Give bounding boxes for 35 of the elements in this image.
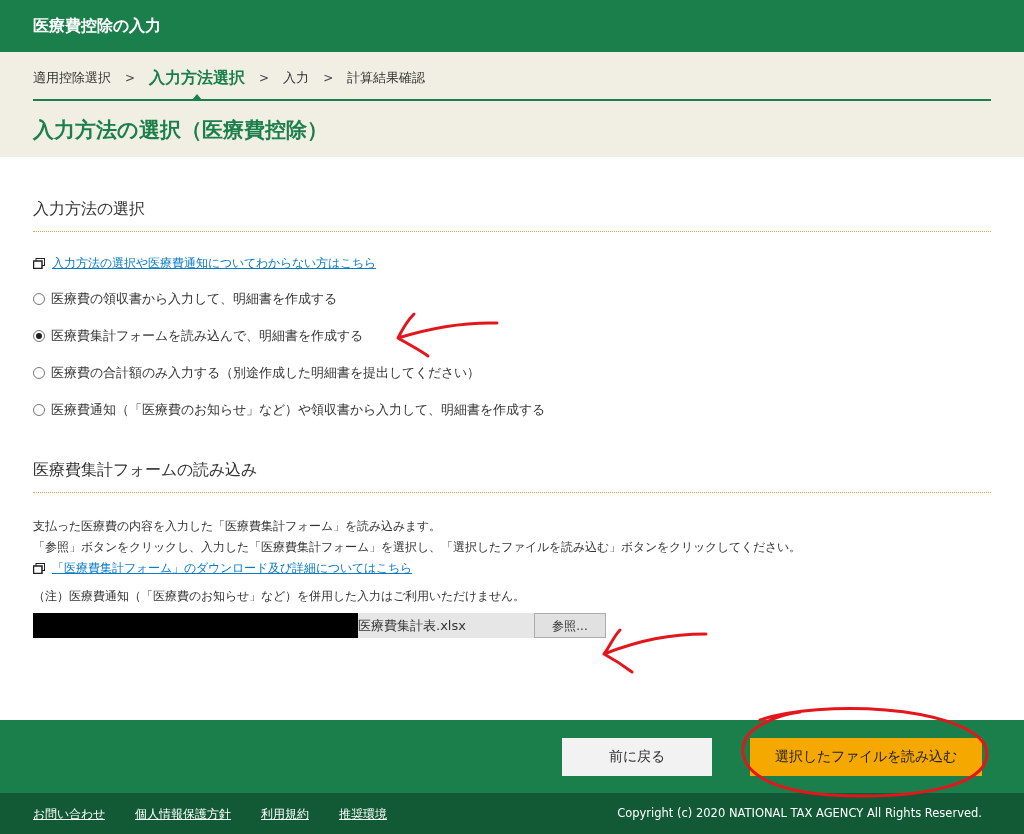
- load-file-button[interactable]: 選択したファイルを読み込む: [750, 737, 982, 776]
- header-title: 医療費控除の入力: [33, 15, 161, 37]
- file-path-field[interactable]: 医療費集計表.xlsx: [358, 613, 534, 638]
- footer-link[interactable]: 利用規約: [261, 804, 309, 823]
- radio-label: 医療費集計フォームを読み込んで、明細書を作成する: [51, 326, 363, 345]
- breadcrumb-step: 入力方法選択: [149, 66, 246, 90]
- footer-link[interactable]: お問い合わせ: [33, 804, 105, 823]
- browse-button[interactable]: 参照...: [534, 613, 606, 638]
- breadcrumb-separator: >: [125, 70, 136, 87]
- radio-label: 医療費の合計額のみ入力する（別途作成した明細書を提出してください）: [51, 363, 480, 382]
- footer-link[interactable]: 個人情報保護方針: [135, 804, 231, 823]
- section-heading: 入力方法の選択: [33, 197, 991, 232]
- breadcrumb-separator: >: [259, 70, 270, 87]
- breadcrumb-step: 計算結果確認: [347, 68, 426, 88]
- instruction-text: 「参照」ボタンをクリックし、入力した「医療費集計フォーム」を選択し、「選択したファイルを読み込む」ボタンをクリックしてください。: [33, 540, 802, 555]
- new-window-icon: [33, 562, 45, 574]
- radio-label: 医療費の領収書から入力して、明細書を作成する: [51, 289, 337, 308]
- note-text: （注）医療費通知（「医療費のお知らせ」など）を併用した入力はご利用いただけません。: [33, 588, 526, 605]
- instruction-text: 支払った医療費の内容を入力した「医療費集計フォーム」を読み込みます。: [33, 519, 442, 534]
- footer-link[interactable]: 推奨環境: [339, 804, 387, 823]
- radio-label: 医療費通知（「医療費のお知らせ」など）や領収書から入力して、明細書を作成する: [51, 400, 545, 419]
- page-title: 入力方法の選択（医療費控除）: [33, 117, 329, 144]
- breadcrumb-step: 入力: [283, 68, 310, 88]
- radio-button[interactable]: [33, 292, 45, 305]
- copyright-text: Copyright (c) 2020 NATIONAL TAX AGENCY All Rights Reserved.: [617, 804, 983, 822]
- radio-button[interactable]: [33, 366, 45, 379]
- breadcrumb-step: 適用控除選択: [33, 68, 111, 88]
- breadcrumb-separator: >: [323, 70, 334, 87]
- download-link[interactable]: 「医療費集計フォーム」のダウンロード及び詳細についてはこちら: [52, 559, 412, 577]
- help-link[interactable]: 入力方法の選択や医療費通知についてわからない方はこちら: [52, 254, 376, 272]
- radio-button[interactable]: [33, 329, 45, 342]
- radio-button[interactable]: [33, 403, 45, 416]
- section-heading: 医療費集計フォームの読み込み: [33, 458, 991, 493]
- new-window-icon: [33, 257, 45, 269]
- back-button[interactable]: 前に戻る: [562, 737, 712, 776]
